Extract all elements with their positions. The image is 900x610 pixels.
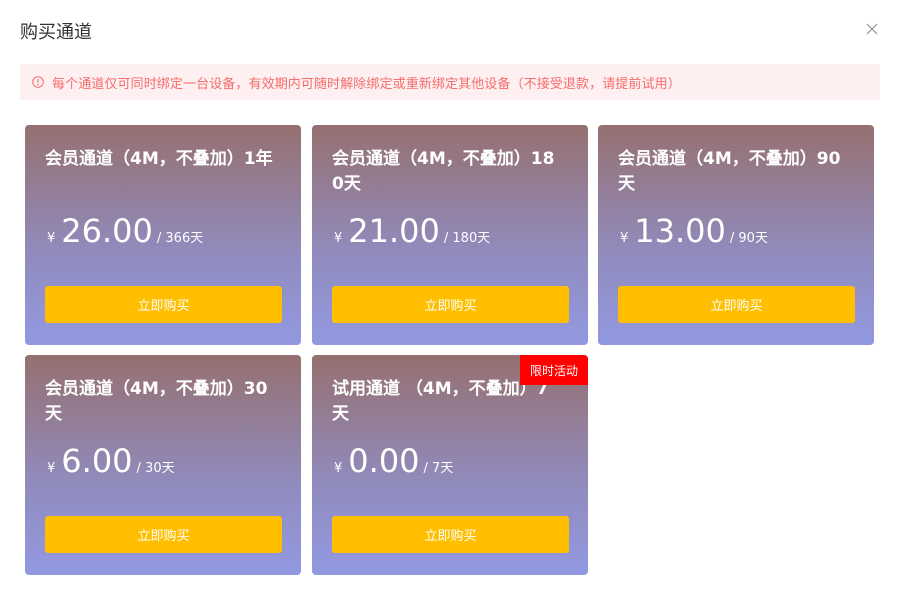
notice-alert: 每个通道仅可同时绑定一台设备，有效期内可随时解除绑定或重新绑定其他设备（不接受退… xyxy=(20,64,880,100)
currency-symbol: ¥ xyxy=(47,231,56,246)
currency-symbol: ¥ xyxy=(47,461,56,476)
price-period: / 30天 xyxy=(136,461,175,476)
price-period: / 366天 xyxy=(156,231,204,246)
plan-card: 会员通道（4M，不叠加）90天 ¥ 13.00 / 90天 立即购买 xyxy=(598,125,874,345)
notice-text: 每个通道仅可同时绑定一台设备，有效期内可随时解除绑定或重新绑定其他设备（不接受退… xyxy=(52,76,681,92)
price-period: / 90天 xyxy=(729,231,768,246)
price-amount: 21.00 xyxy=(348,212,440,250)
plan-price: ¥ 21.00 / 180天 xyxy=(334,211,490,251)
buy-now-button[interactable]: 立即购买 xyxy=(618,286,855,323)
price-amount: 13.00 xyxy=(634,212,726,250)
plan-name: 会员通道（4M，不叠加）180天 xyxy=(332,149,555,194)
plan-price: ¥ 26.00 / 366天 xyxy=(47,211,203,251)
plan-card: 会员通道（4M，不叠加）1年 ¥ 26.00 / 366天 立即购买 xyxy=(25,125,301,345)
info-circle-icon xyxy=(32,76,44,88)
purchase-dialog: 购买通道 每个通道仅可同时绑定一台设备，有效期内可随时解除绑定或重新绑定其他设备… xyxy=(0,0,900,610)
plan-name: 会员通道（4M，不叠加）30天 xyxy=(45,379,268,424)
price-amount: 6.00 xyxy=(61,442,133,480)
limited-offer-badge: 限时活动 xyxy=(520,355,588,385)
plan-price: ¥ 6.00 / 30天 xyxy=(47,441,175,481)
currency-symbol: ¥ xyxy=(620,231,629,246)
plan-name: 会员通道（4M，不叠加）90天 xyxy=(618,149,841,194)
close-button[interactable] xyxy=(862,19,882,39)
price-period: / 7天 xyxy=(423,461,454,476)
plan-price: ¥ 0.00 / 7天 xyxy=(334,441,453,481)
currency-symbol: ¥ xyxy=(334,231,343,246)
buy-now-button[interactable]: 立即购买 xyxy=(332,286,569,323)
plan-price: ¥ 13.00 / 90天 xyxy=(620,211,768,251)
price-amount: 26.00 xyxy=(61,212,153,250)
close-icon xyxy=(862,19,882,39)
buy-now-button[interactable]: 立即购买 xyxy=(332,516,569,553)
currency-symbol: ¥ xyxy=(334,461,343,476)
price-period: / 180天 xyxy=(443,231,491,246)
plan-name: 会员通道（4M，不叠加）1年 xyxy=(45,149,273,169)
plan-card: 会员通道（4M，不叠加）180天 ¥ 21.00 / 180天 立即购买 xyxy=(312,125,588,345)
buy-now-button[interactable]: 立即购买 xyxy=(45,286,282,323)
dialog-title: 购买通道 xyxy=(20,22,92,43)
plan-card: 会员通道（4M，不叠加）30天 ¥ 6.00 / 30天 立即购买 xyxy=(25,355,301,575)
trial-plan-card: 试用通道 （4M，不叠加）7天 ¥ 0.00 / 7天 立即购买 限时活动 xyxy=(312,355,588,575)
price-amount: 0.00 xyxy=(348,442,420,480)
buy-now-button[interactable]: 立即购买 xyxy=(45,516,282,553)
